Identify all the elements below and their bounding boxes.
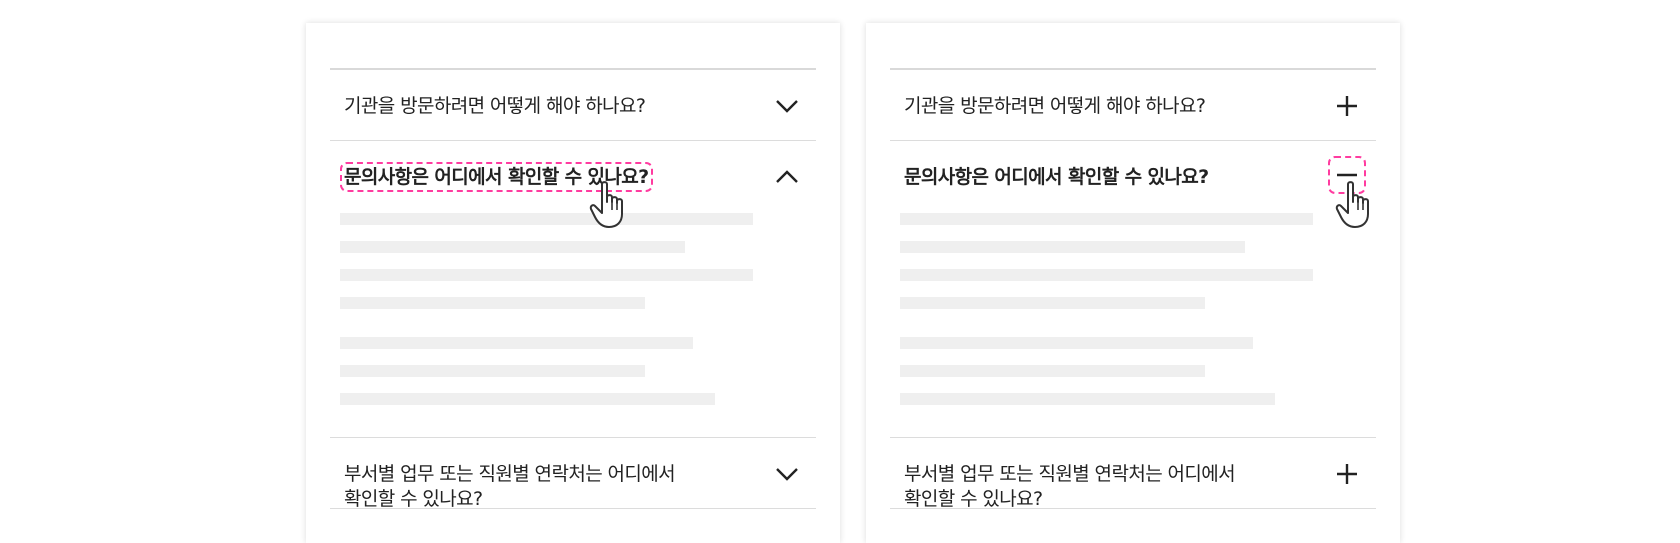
text-placeholder-line [340, 337, 693, 349]
accordion-header-visit[interactable]: 기관을 방문하려면 어떻게 해야 하나요? [330, 70, 816, 140]
text-placeholder-line [900, 365, 1205, 377]
accordion-list: 기관을 방문하려면 어떻게 해야 하나요? 문의사항은 어디에서 확인할 수 있… [890, 68, 1376, 510]
chevron-up-icon[interactable] [774, 165, 800, 189]
accordion-answer-placeholder [330, 211, 816, 437]
text-placeholder-line [900, 269, 1313, 281]
chevron-down-icon[interactable] [774, 94, 800, 118]
text-placeholder-line [340, 241, 685, 253]
hand-pointer-cursor-icon [589, 181, 623, 228]
text-placeholder-line [900, 297, 1205, 309]
accordion-header-inquiry[interactable]: 문의사항은 어디에서 확인할 수 있나요? [890, 141, 1376, 211]
plus-icon[interactable] [1334, 94, 1360, 118]
text-placeholder-line [340, 213, 753, 225]
accordion-panel-plus-minus: 기관을 방문하려면 어떻게 해야 하나요? 문의사항은 어디에서 확인할 수 있… [866, 23, 1400, 543]
accordion-header-visit[interactable]: 기관을 방문하려면 어떻게 해야 하나요? [890, 70, 1376, 140]
accordion-question: 부서별 업무 또는 직원별 연락처는 어디에서 확인할 수 있나요? [904, 463, 1236, 510]
plus-icon[interactable] [1334, 462, 1360, 486]
accordion-header-contacts[interactable]: 부서별 업무 또는 직원별 연락처는 어디에서 확인할 수 있나요? [330, 438, 816, 510]
text-placeholder-line [900, 241, 1245, 253]
accordion-question: 부서별 업무 또는 직원별 연락처는 어디에서 확인할 수 있나요? [344, 463, 676, 510]
text-placeholder-line [900, 337, 1253, 349]
accordion-answer-placeholder [890, 211, 1376, 437]
accordion-header-contacts[interactable]: 부서별 업무 또는 직원별 연락처는 어디에서 확인할 수 있나요? [890, 438, 1376, 510]
accordion-panel-chevron: 기관을 방문하려면 어떻게 해야 하나요? 문의사항은 어디에서 확인할 수 있… [306, 23, 840, 543]
chevron-down-icon[interactable] [774, 462, 800, 486]
text-placeholder-line [900, 393, 1275, 405]
accordion-question: 기관을 방문하려면 어떻게 해야 하나요? [904, 95, 1206, 117]
accordion-question: 문의사항은 어디에서 확인할 수 있나요? [904, 166, 1209, 188]
text-placeholder-line [340, 269, 753, 281]
hand-pointer-cursor-icon [1335, 181, 1369, 228]
accordion-header-inquiry[interactable]: 문의사항은 어디에서 확인할 수 있나요? [330, 141, 816, 211]
accordion-list: 기관을 방문하려면 어떻게 해야 하나요? 문의사항은 어디에서 확인할 수 있… [330, 68, 816, 510]
text-placeholder-line [340, 297, 645, 309]
text-placeholder-line [340, 365, 645, 377]
text-placeholder-line [340, 393, 715, 405]
text-placeholder-line [900, 213, 1313, 225]
accordion-question: 기관을 방문하려면 어떻게 해야 하나요? [344, 95, 646, 117]
